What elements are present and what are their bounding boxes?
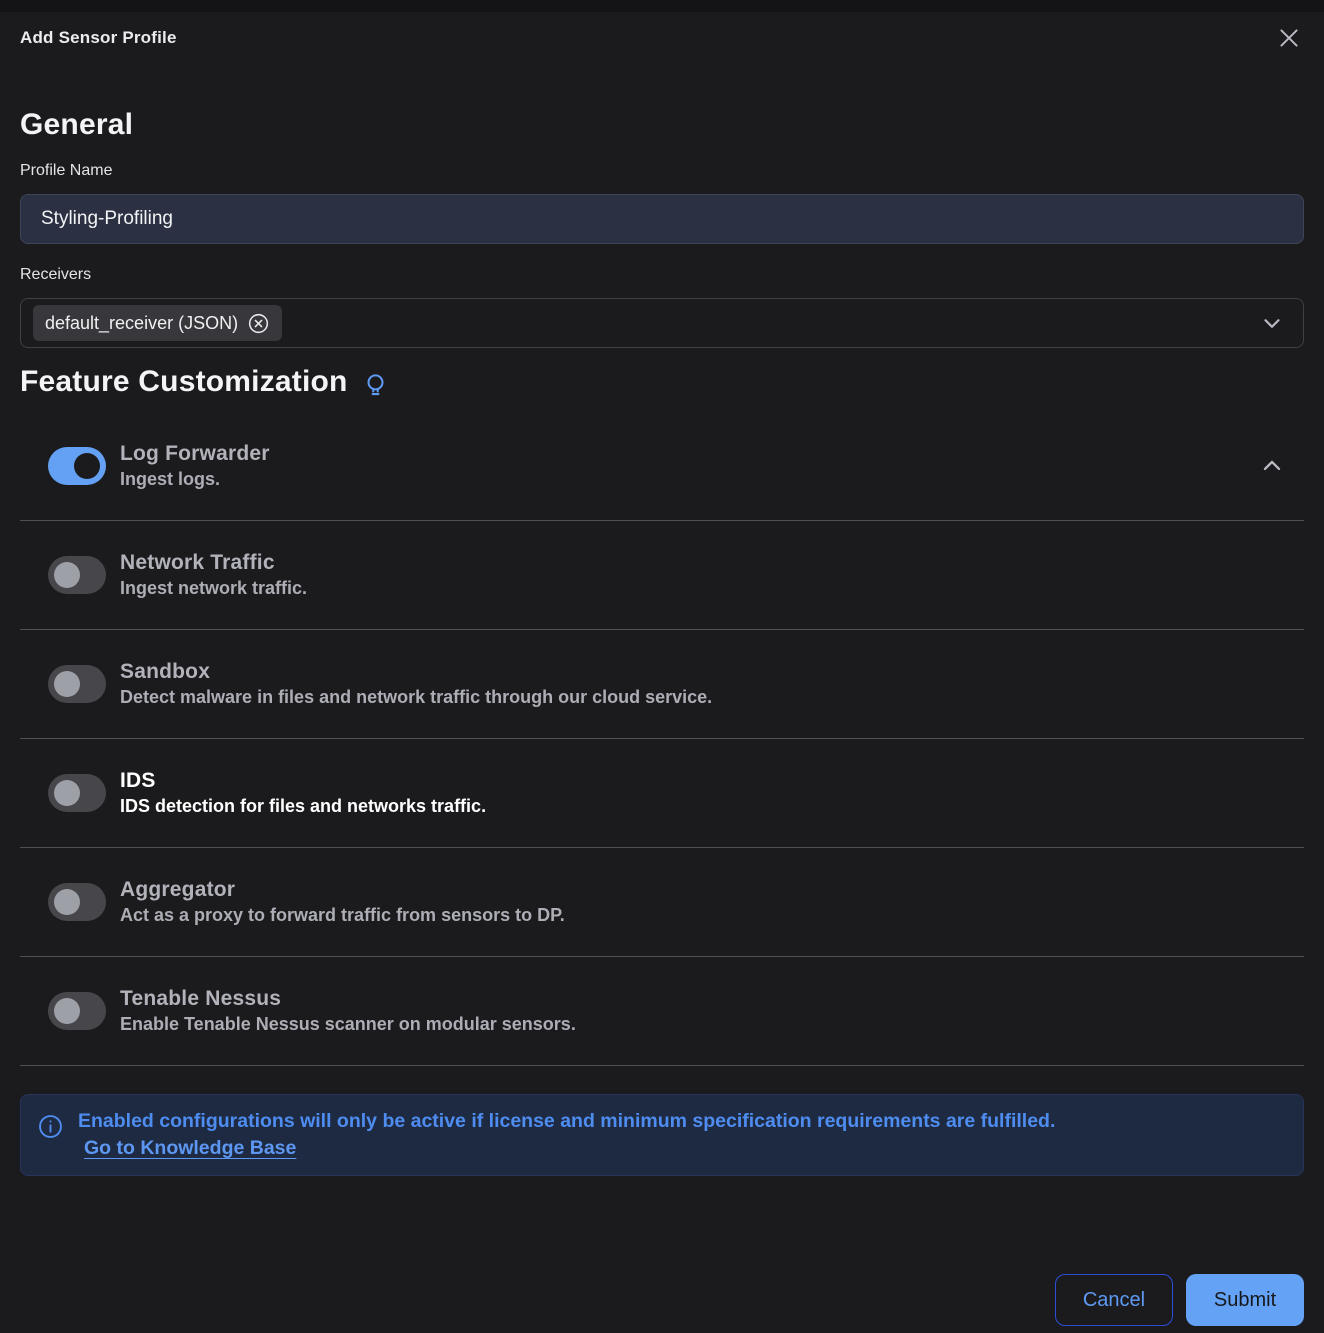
log-forwarder-toggle[interactable] — [48, 447, 106, 485]
profile-name-input[interactable] — [20, 194, 1304, 244]
close-icon — [1276, 25, 1302, 51]
toggle-knob — [54, 671, 80, 697]
feature-customization-heading: Feature Customization — [20, 363, 348, 401]
feature-row-aggregator: Aggregator Act as a proxy to forward tra… — [20, 848, 1304, 957]
modal-title: Add Sensor Profile — [20, 28, 177, 48]
feature-row-sandbox: Sandbox Detect malware in files and netw… — [20, 630, 1304, 739]
feature-name: Aggregator — [120, 877, 565, 903]
lightbulb-icon — [362, 372, 389, 399]
knowledge-base-link[interactable]: Go to Knowledge Base — [84, 1135, 296, 1162]
network-traffic-toggle[interactable] — [48, 556, 106, 594]
toggle-knob — [54, 889, 80, 915]
submit-button[interactable]: Submit — [1186, 1274, 1304, 1326]
profile-name-label: Profile Name — [20, 161, 1304, 181]
feature-description: Detect malware in files and network traf… — [120, 685, 712, 709]
close-button[interactable] — [1274, 23, 1304, 53]
feature-customization-header: Feature Customization — [20, 363, 1304, 401]
feature-row-ids: IDS IDS detection for files and networks… — [20, 739, 1304, 848]
feature-description: Ingest network traffic. — [120, 576, 307, 600]
feature-name: IDS — [120, 768, 486, 794]
feature-row-tenable-nessus: Tenable Nessus Enable Tenable Nessus sca… — [20, 957, 1304, 1066]
receiver-chip: default_receiver (JSON) — [33, 305, 282, 341]
feature-name: Log Forwarder — [120, 441, 270, 467]
circle-x-icon — [247, 312, 270, 335]
feature-name: Tenable Nessus — [120, 986, 576, 1012]
general-heading: General — [20, 107, 1304, 143]
backdrop-edge — [0, 0, 1324, 12]
feature-description: Ingest logs. — [120, 467, 270, 491]
chevron-down-icon — [1259, 310, 1285, 336]
modal-footer: Cancel Submit — [20, 1274, 1304, 1326]
toggle-knob — [54, 780, 80, 806]
modal-header: Add Sensor Profile — [20, 12, 1304, 53]
feature-description: Act as a proxy to forward traffic from s… — [120, 903, 565, 927]
feature-list: Log Forwarder Ingest logs. Network Traff… — [20, 412, 1304, 1066]
remove-receiver-button[interactable] — [247, 312, 270, 335]
toggle-knob — [54, 998, 80, 1024]
cancel-button[interactable]: Cancel — [1055, 1274, 1173, 1326]
sandbox-toggle[interactable] — [48, 665, 106, 703]
chevron-up-icon — [1258, 452, 1286, 480]
feature-description: IDS detection for files and networks tra… — [120, 794, 486, 818]
receiver-chip-label: default_receiver (JSON) — [45, 313, 238, 334]
receivers-select[interactable]: default_receiver (JSON) — [20, 298, 1304, 348]
feature-row-network-traffic: Network Traffic Ingest network traffic. — [20, 521, 1304, 630]
collapse-button[interactable] — [1256, 450, 1288, 482]
feature-description: Enable Tenable Nessus scanner on modular… — [120, 1012, 576, 1036]
info-icon — [37, 1113, 64, 1162]
feature-name: Network Traffic — [120, 550, 307, 576]
feature-row-log-forwarder: Log Forwarder Ingest logs. — [20, 412, 1304, 521]
aggregator-toggle[interactable] — [48, 883, 106, 921]
license-info-banner: Enabled configurations will only be acti… — [20, 1094, 1304, 1176]
tenable-nessus-toggle[interactable] — [48, 992, 106, 1030]
banner-message: Enabled configurations will only be acti… — [78, 1110, 1055, 1132]
ids-toggle[interactable] — [48, 774, 106, 812]
toggle-knob — [74, 453, 100, 479]
toggle-knob — [54, 562, 80, 588]
add-sensor-profile-modal: Add Sensor Profile General Profile Name … — [0, 12, 1324, 1326]
receivers-label: Receivers — [20, 265, 1304, 285]
feature-name: Sandbox — [120, 659, 712, 685]
